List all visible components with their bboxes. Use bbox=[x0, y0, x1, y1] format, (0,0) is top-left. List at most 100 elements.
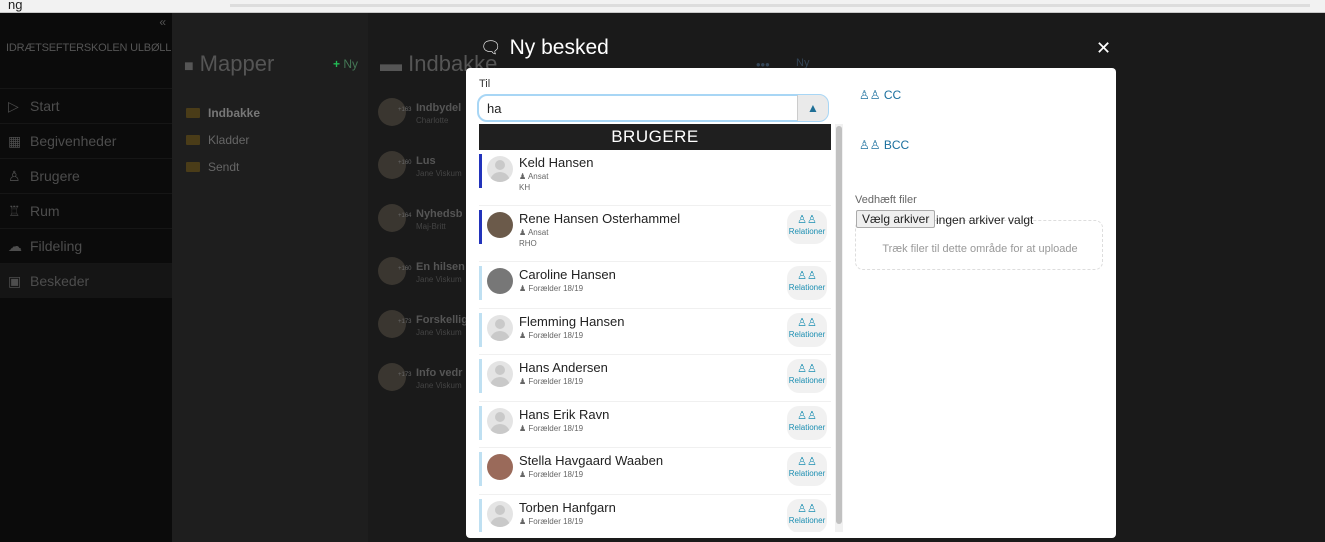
user-stripe bbox=[479, 405, 482, 440]
user-name: Flemming Hansen bbox=[519, 313, 625, 329]
sidebar-item-brugere[interactable]: ♙ Brugere bbox=[0, 158, 172, 193]
user-option[interactable]: Hans Andersen ♟ Forælder 18/19 ♙♙ Relatio… bbox=[479, 355, 831, 402]
autocomplete-dropdown: BRUGERE Keld Hansen ♟ Ansat KH Rene Hans… bbox=[479, 124, 845, 532]
message-title: Lus bbox=[416, 155, 436, 167]
message-title: Info vedr bbox=[416, 367, 463, 379]
user-option[interactable]: Stella Havgaard Waaben ♟ Forælder 18/19 … bbox=[479, 448, 831, 495]
users-icon: ♙♙ bbox=[797, 316, 817, 329]
user-option[interactable]: Torben Hanfgarn ♟ Forælder 18/19 ♙♙ Relat… bbox=[479, 494, 831, 532]
recipient-count: +173 bbox=[398, 319, 412, 325]
user-option[interactable]: Flemming Hansen ♟ Forælder 18/19 ♙♙ Relat… bbox=[479, 308, 831, 355]
new-folder-button[interactable]: + Ny bbox=[333, 57, 358, 71]
recipient-count: +160 bbox=[398, 160, 412, 166]
chat-icon: ▣ bbox=[8, 272, 22, 289]
bcc-label: BCC bbox=[883, 138, 910, 152]
sidebar-item-start[interactable]: ▷ Start bbox=[0, 88, 172, 123]
user-role: ♟ Forælder 18/19 bbox=[519, 423, 584, 433]
user-role: ♟ Forælder 18/19 bbox=[519, 284, 584, 293]
user-role: ♟ Forælder 18/19 bbox=[519, 377, 584, 386]
user-option[interactable]: Rene Hansen Osterhammel ♟ Ansat RHO ♙♙ Re… bbox=[479, 206, 831, 262]
user-initials: KH bbox=[519, 183, 531, 192]
user-option[interactable]: Hans Erik Ravn ♟ Forælder 18/19 ♙♙ Relati… bbox=[479, 401, 831, 448]
avatar bbox=[487, 407, 513, 434]
folder-icon: ■ bbox=[184, 58, 194, 75]
message-title: Indbydel bbox=[416, 102, 462, 114]
folders-panel: ■ Mapper + Ny Indbakke Kladder Sendt bbox=[172, 13, 368, 542]
user-stripe bbox=[479, 266, 482, 300]
room-icon: ♖ bbox=[8, 202, 21, 219]
collapse-icon[interactable]: « bbox=[159, 15, 166, 29]
message-sender: Jane Viskum bbox=[416, 381, 462, 390]
user-option[interactable]: Caroline Hansen ♟ Forælder 18/19 ♙♙ Relat… bbox=[479, 262, 831, 309]
relations-button[interactable]: ♙♙ Relationer bbox=[787, 210, 827, 244]
recipient-count: +173 bbox=[398, 372, 412, 378]
list-item[interactable]: +164 Nyhedsb Maj-Britt bbox=[378, 204, 478, 257]
folder-item[interactable]: Sendt bbox=[186, 153, 260, 180]
close-icon[interactable]: ✕ bbox=[1096, 38, 1111, 59]
folder-item[interactable]: Indbakke bbox=[186, 99, 260, 126]
folders-header: ■ Mapper bbox=[184, 51, 274, 77]
to-field[interactable]: ▲ bbox=[477, 94, 829, 122]
new-message-dialog: Til ▲ BRUGERE Keld Hansen ♟ Ansat KH Ren… bbox=[466, 68, 1116, 538]
user-name: Torben Hanfgarn bbox=[519, 499, 616, 515]
list-item[interactable]: +173 Forskellig Jane Viskum bbox=[378, 310, 478, 363]
calendar-icon: ▦ bbox=[8, 132, 22, 149]
new-folder-label: Ny bbox=[343, 57, 358, 71]
avatar bbox=[487, 156, 513, 182]
user-option[interactable]: Keld Hansen ♟ Ansat KH bbox=[479, 150, 831, 206]
recipient-count: +164 bbox=[398, 213, 412, 219]
message-title: Nyhedsb bbox=[416, 208, 463, 220]
to-input[interactable] bbox=[485, 100, 789, 117]
folder-icon bbox=[186, 161, 200, 172]
relations-button[interactable]: ♙♙ Relationer bbox=[787, 266, 827, 300]
browser-top-strip: ng bbox=[0, 0, 1325, 13]
cloud-icon: ☁ bbox=[8, 237, 22, 254]
sidebar-item-fildeling[interactable]: ☁ Fildeling bbox=[0, 228, 172, 263]
user-name: Rene Hansen Osterhammel bbox=[519, 211, 681, 226]
avatar bbox=[487, 314, 513, 341]
relations-button[interactable]: ♙♙ Relationer bbox=[787, 312, 827, 347]
top-label: ng bbox=[8, 0, 23, 12]
relations-button[interactable]: ♙♙ Relationer bbox=[787, 405, 827, 440]
cc-button[interactable]: ♙♙ CC bbox=[859, 88, 901, 102]
modal-title: 🗨 Ny besked bbox=[480, 36, 609, 60]
sidebar-item-label: Start bbox=[30, 98, 60, 114]
user-stripe bbox=[479, 210, 482, 244]
sidebar-item-rum[interactable]: ♖ Rum bbox=[0, 193, 172, 228]
users-icon: ♙♙ bbox=[797, 456, 817, 468]
dropzone-text: Træk filer til dette område for at uploa… bbox=[882, 243, 1078, 255]
choose-files-button[interactable]: Vælg arkiver bbox=[856, 210, 936, 228]
list-item[interactable]: +163 Indbydel Charlotte bbox=[378, 98, 478, 151]
bcc-button[interactable]: ♙♙ BCC bbox=[859, 138, 909, 152]
message-sender: Charlotte bbox=[416, 116, 449, 125]
avatar bbox=[487, 212, 513, 238]
user-name: Keld Hansen bbox=[519, 155, 594, 170]
attach-label: Vedhæft filer bbox=[855, 194, 917, 206]
sidebar-item-label: Beskeder bbox=[30, 273, 90, 289]
relations-button[interactable]: ♙♙ Relationer bbox=[787, 498, 827, 532]
sidebar-item-begivenheder[interactable]: ▦ Begivenheder bbox=[0, 123, 172, 158]
folder-label: Indbakke bbox=[208, 105, 261, 120]
user-role: ♟ Forælder 18/19 bbox=[519, 330, 584, 340]
relations-button[interactable]: ♙♙ Relationer bbox=[787, 359, 827, 393]
message-sender: Jane Viskum bbox=[416, 328, 462, 337]
user-role: ♟ Ansat bbox=[519, 228, 549, 237]
school-name: IDRÆTSEFTERSKOLEN ULBØLLE bbox=[6, 42, 179, 54]
no-file-text: ingen arkiver valgt bbox=[936, 213, 1034, 227]
list-item[interactable]: +160 En hilsen Jane Viskum bbox=[378, 257, 478, 310]
avatar bbox=[487, 500, 513, 527]
sidebar-item-label: Rum bbox=[30, 203, 60, 219]
top-bar bbox=[230, 4, 1310, 7]
list-item[interactable]: +173 Info vedr Jane Viskum bbox=[378, 363, 478, 416]
list-item[interactable]: +160 Lus Jane Viskum bbox=[378, 151, 478, 204]
sidebar-item-beskeder[interactable]: ▣ Beskeder bbox=[0, 263, 172, 298]
inbox-icon: ▬ bbox=[380, 51, 409, 76]
message-list: +163 Indbydel Charlotte +160 Lus Jane Viskum… bbox=[378, 98, 478, 416]
user-role: ♟ Forælder 18/19 bbox=[519, 516, 584, 526]
scrollbar-thumb[interactable] bbox=[836, 126, 842, 524]
users-icon: ♙♙ bbox=[797, 409, 817, 422]
relations-button[interactable]: ♙♙ Relationer bbox=[787, 452, 827, 486]
sidebar: « IDRÆTSEFTERSKOLEN ULBØLLE ▷ Start ▦ Begi… bbox=[0, 13, 178, 542]
person-picker-button[interactable]: ▲ bbox=[797, 95, 828, 121]
folder-item[interactable]: Kladder bbox=[186, 126, 260, 153]
